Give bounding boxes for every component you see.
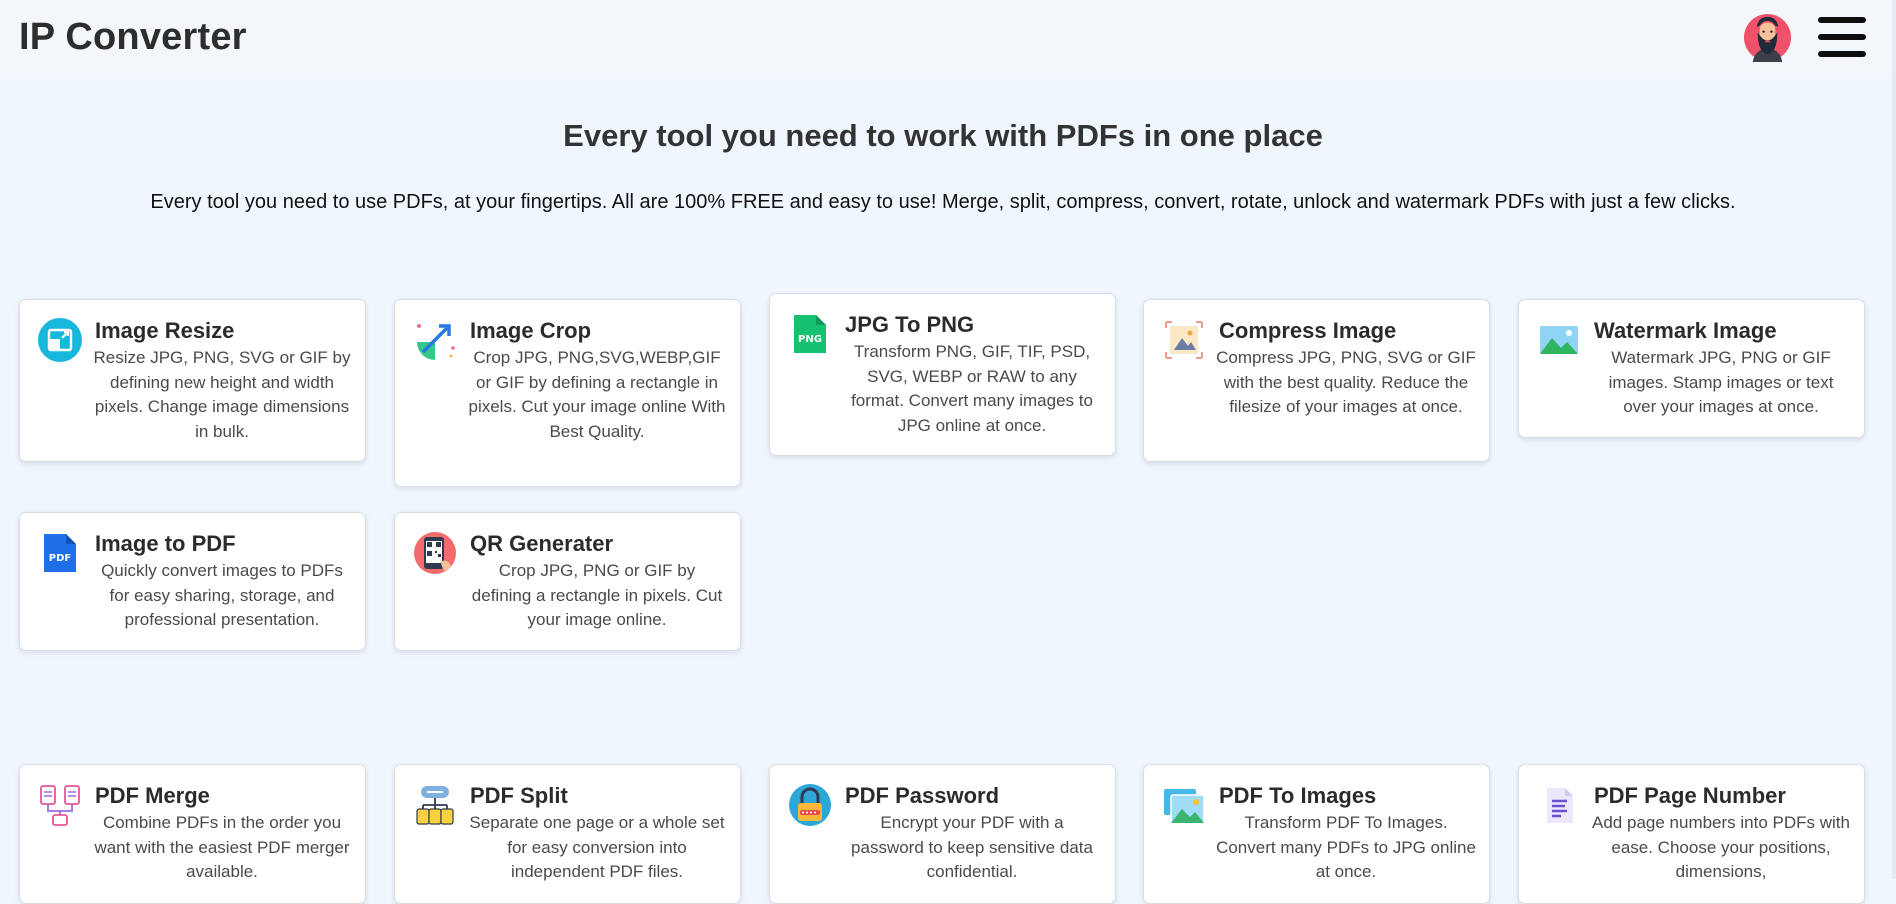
tool-card-pdf-merge[interactable]: PDF Merge Combine PDFs in the order you … xyxy=(19,764,366,904)
tool-card-watermark-image[interactable]: Watermark Image Watermark JPG, PNG or GI… xyxy=(1518,299,1865,438)
tool-title: QR Generater xyxy=(470,531,614,556)
tool-description: Crop JPG, PNG,SVG,WEBP,GIF or GIF by def… xyxy=(468,348,726,441)
qr-phone-icon xyxy=(414,532,456,574)
tool-title: PDF Page Number xyxy=(1594,783,1786,808)
tool-card-jpg-to-png[interactable]: PNG JPG To PNG Transform PNG, GIF, TIF, … xyxy=(769,293,1116,456)
hamburger-menu-icon[interactable] xyxy=(1818,17,1868,59)
tool-description: Watermark JPG, PNG or GIF images. Stamp … xyxy=(1608,348,1834,416)
avatar[interactable] xyxy=(1743,13,1792,62)
tool-title: Image Resize xyxy=(95,318,235,343)
tool-description: Compress JPG, PNG, SVG or GIF with the b… xyxy=(1216,348,1476,416)
pdf-file-icon: PDF xyxy=(44,534,76,572)
png-file-icon: PNG xyxy=(794,315,826,353)
tool-card-qr-generater[interactable]: QR Generater Crop JPG, PNG or GIF by def… xyxy=(394,512,741,651)
tool-title: JPG To PNG xyxy=(845,312,975,337)
tool-description: Encrypt your PDF with a password to keep… xyxy=(851,813,1093,881)
tool-card-image-resize[interactable]: Image Resize Resize JPG, PNG, SVG or GIF… xyxy=(19,299,366,462)
page-subtitle: Every tool you need to use PDFs, at your… xyxy=(150,191,1736,213)
tool-description: Add page numbers into PDFs with ease. Ch… xyxy=(1592,813,1850,881)
crop-icon xyxy=(417,324,455,360)
page-scrollbar[interactable] xyxy=(1892,0,1896,879)
tool-title: PDF Merge xyxy=(95,783,210,808)
merge-icon xyxy=(40,785,80,826)
svg-text:PNG: PNG xyxy=(798,334,822,345)
tool-description: Crop JPG, PNG or GIF by defining a recta… xyxy=(471,561,723,629)
split-icon xyxy=(416,786,454,825)
tool-title: Compress Image xyxy=(1219,318,1397,343)
compress-image-icon xyxy=(1165,321,1203,359)
tool-card-image-crop[interactable]: Image Crop Crop JPG, PNG,SVG,WEBP,GIF or… xyxy=(394,299,741,487)
page-number-icon xyxy=(1547,788,1573,823)
tool-description: Resize JPG, PNG, SVG or GIF by defining … xyxy=(93,348,351,441)
tool-title: PDF Split xyxy=(470,783,568,808)
tool-title: Watermark Image xyxy=(1594,318,1777,343)
tool-title: Image Crop xyxy=(470,318,592,343)
tool-title: PDF Password xyxy=(845,783,1000,808)
tool-title: PDF To Images xyxy=(1219,783,1377,808)
lock-icon xyxy=(789,784,831,826)
tool-card-image-to-pdf[interactable]: PDF Image to PDF Quickly convert images … xyxy=(19,512,366,651)
tool-card-pdf-to-images[interactable]: PDF To Images Transform PDF To Images. C… xyxy=(1143,764,1490,904)
tool-card-pdf-password[interactable]: PDF Password Encrypt your PDF with a pas… xyxy=(769,764,1116,904)
tool-card-pdf-split[interactable]: PDF Split Separate one page or a whole s… xyxy=(394,764,741,904)
app-title[interactable]: IP Converter xyxy=(19,16,247,59)
top-header: IP Converter xyxy=(0,0,1896,79)
tool-card-pdf-page-number[interactable]: PDF Page Number Add page numbers into PD… xyxy=(1518,764,1865,904)
tool-description: Combine PDFs in the order you want with … xyxy=(94,813,350,881)
tool-description: Transform PNG, GIF, TIF, PSD, SVG, WEBP … xyxy=(851,342,1093,435)
image-resize-icon xyxy=(38,318,82,362)
tool-description: Separate one page or a whole set for eas… xyxy=(469,813,725,881)
tool-description: Transform PDF To Images. Convert many PD… xyxy=(1216,813,1476,881)
tool-description: Quickly convert images to PDFs for easy … xyxy=(101,561,343,629)
page-title: Every tool you need to work with PDFs in… xyxy=(563,118,1323,153)
pictures-icon xyxy=(1164,789,1205,824)
svg-text:PDF: PDF xyxy=(49,553,71,564)
tool-card-compress-image[interactable]: Compress Image Compress JPG, PNG, SVG or… xyxy=(1143,299,1490,462)
tool-title: Image to PDF xyxy=(95,531,236,556)
landscape-image-icon xyxy=(1540,326,1578,354)
